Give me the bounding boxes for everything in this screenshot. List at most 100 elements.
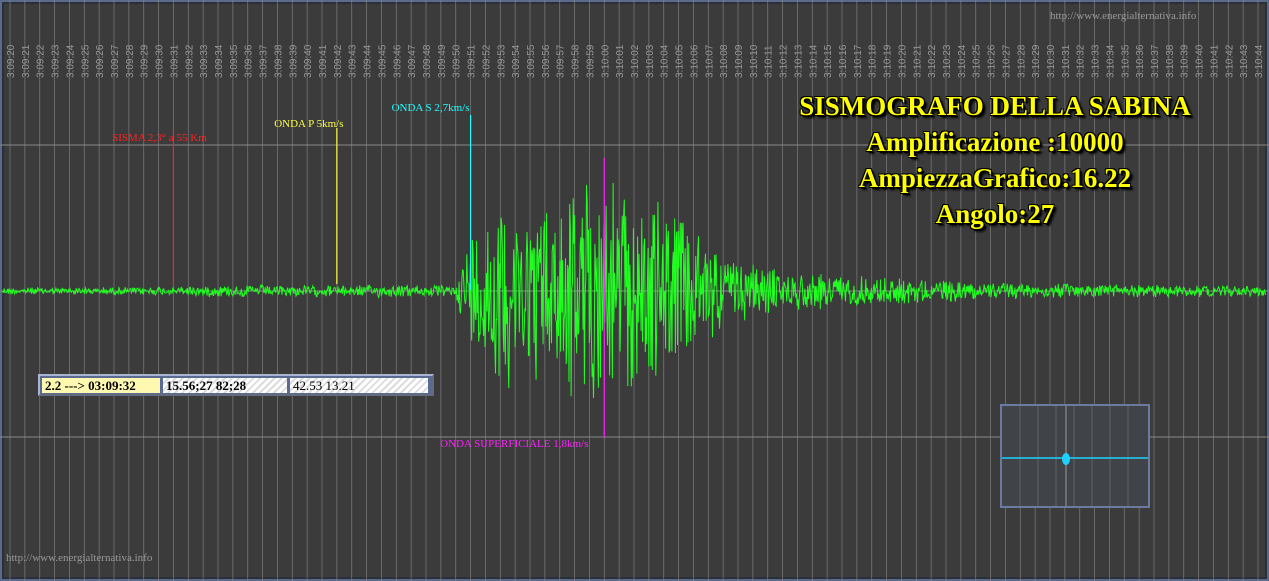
time-tick-label: 3:10:42 (1224, 44, 1235, 78)
time-tick-label: 3:10:23 (942, 44, 953, 78)
time-tick-label: 3:10:13 (793, 44, 804, 78)
time-tick-label: 3:10:21 (912, 44, 923, 78)
time-tick-label: 3:09:48 (422, 44, 433, 78)
time-tick-label: 3:10:06 (689, 44, 700, 78)
time-tick-label: 3:09:35 (229, 44, 240, 78)
time-tick-label: 3:09:25 (80, 44, 91, 78)
time-tick-label: 3:09:39 (288, 44, 299, 78)
time-tick-label: 3:09:27 (110, 44, 121, 78)
time-tick-label: 3:09:41 (318, 44, 329, 78)
amplitude-label: AmpiezzaGrafico:16.22 (858, 163, 1132, 193)
time-tick-label: 3:09:32 (184, 44, 195, 78)
mini-grid (1019, 406, 1129, 506)
mini-trace-chart (1002, 406, 1148, 506)
time-tick-label: 3:10:29 (1031, 44, 1042, 78)
time-tick-label: 3:10:20 (897, 44, 908, 78)
mini-trace-marker (1062, 453, 1070, 465)
amplification-label: Amplificazione :10000 (866, 127, 1124, 157)
time-tick-label: 3:09:30 (155, 44, 166, 78)
time-tick-label: 3:10:33 (1091, 44, 1102, 78)
time-tick-label: 3:10:16 (838, 44, 849, 78)
time-tick-label: 3:10:15 (823, 44, 834, 78)
time-tick-label: 3:09:52 (481, 44, 492, 78)
time-tick-label: 3:09:42 (333, 44, 344, 78)
time-tick-label: 3:09:57 (556, 44, 567, 78)
time-tick-label: 3:09:34 (214, 44, 225, 78)
time-tick-label: 3:10:17 (853, 44, 864, 78)
time-tick-label: 3:09:37 (259, 44, 270, 78)
time-tick-label: 3:10:32 (1076, 44, 1087, 78)
time-tick-label: 3:10:36 (1135, 44, 1146, 78)
time-tick-label: 3:10:39 (1180, 44, 1191, 78)
time-tick-label: 3:09:58 (571, 44, 582, 78)
time-tick-label: 3:09:31 (169, 44, 180, 78)
time-tick-label: 3:10:03 (645, 44, 656, 78)
time-tick-label: 3:10:18 (868, 44, 879, 78)
time-tick-label: 3:10:08 (719, 44, 730, 78)
info-bar: 2.2 ---> 03:09:32 15.56;27 82;28 42.53 1… (38, 374, 434, 396)
time-tick-label: 3:10:19 (883, 44, 894, 78)
mini-trace-panel (1000, 404, 1150, 508)
time-tick-label: 3:10:04 (660, 44, 671, 78)
time-tick-label: 3:10:31 (1061, 44, 1072, 78)
time-tick-label: 3:09:40 (303, 44, 314, 78)
time-tick-label: 3:10:28 (1016, 44, 1027, 78)
time-tick-label: 3:09:20 (6, 44, 17, 78)
time-tick-label: 3:10:11 (764, 45, 775, 78)
time-tick-label: 3:10:14 (808, 44, 819, 78)
watermark-top-right: http://www.energialternativa.info (1050, 10, 1197, 22)
angle-label: Angolo:27 (935, 199, 1055, 229)
time-tick-label: 3:09:53 (496, 44, 507, 78)
time-tick-label: 3:10:38 (1165, 44, 1176, 78)
time-tick-label: 3:10:24 (957, 44, 968, 78)
time-tick-label: 3:09:21 (21, 44, 32, 78)
time-tick-label: 3:10:43 (1239, 44, 1250, 78)
time-tick-label: 3:09:43 (348, 44, 359, 78)
time-tick-label: 3:09:36 (244, 44, 255, 78)
time-tick-label: 3:10:30 (1046, 44, 1057, 78)
time-tick-label: 3:10:05 (675, 44, 686, 78)
title-block: SISMOGRAFO DELLA SABINA Amplificazione :… (770, 88, 1220, 232)
time-tick-label: 3:10:10 (749, 44, 760, 78)
time-tick-label: 3:10:07 (704, 44, 715, 78)
event-marker-label: ONDA S 2,7km/s (392, 102, 470, 114)
time-tick-label: 3:09:55 (526, 44, 537, 78)
time-tick-label: 3:09:23 (51, 44, 62, 78)
wave-event-markers: SISMA 2,3° a 55 Km ONDA P 5km/s ONDA S 2,7… (112, 102, 605, 450)
event-marker-label: SISMA 2,3° a 55 Km (112, 132, 207, 144)
time-tick-label: 3:10:12 (779, 44, 790, 78)
time-tick-label: 3:10:40 (1195, 44, 1206, 78)
time-tick-label: 3:09:54 (511, 44, 522, 78)
time-tick-label: 3:10:27 (1001, 44, 1012, 78)
time-tick-label: 3:09:47 (407, 44, 418, 78)
time-tick-label: 3:10:26 (987, 44, 998, 78)
event-marker-label: ONDA SUPERFICIALE 1,8km/s (440, 438, 588, 450)
time-tick-label: 3:10:41 (1209, 44, 1220, 78)
time-tick-label: 3:10:44 (1254, 44, 1265, 78)
event-marker-label: ONDA P 5km/s (274, 118, 343, 130)
time-tick-labels: 3:09:20 3:09:21 3:09:22 3:09:23 3:09:24 3:09:… (6, 44, 1265, 78)
time-tick-label: 3:10:01 (615, 44, 626, 78)
time-tick-label: 3:09:24 (65, 44, 76, 78)
chart-title: SISMOGRAFO DELLA SABINA (799, 91, 1191, 121)
time-tick-label: 3:10:35 (1120, 44, 1131, 78)
time-tick-label: 3:09:44 (363, 44, 374, 78)
time-tick-label: 3:09:51 (467, 44, 478, 78)
time-tick-label: 3:10:02 (630, 44, 641, 78)
time-tick-label: 3:10:00 (600, 44, 611, 78)
time-tick-label: 3:09:38 (273, 44, 284, 78)
time-tick-label: 3:09:29 (140, 44, 151, 78)
time-tick-label: 3:09:22 (36, 44, 47, 78)
time-tick-label: 3:09:50 (452, 44, 463, 78)
info-cell-coordinates: 15.56;27 82;28 (163, 378, 287, 393)
time-tick-label: 3:09:45 (377, 44, 388, 78)
time-tick-label: 3:09:46 (392, 44, 403, 78)
watermark-bottom-left: http://www.energialternativa.info (6, 552, 153, 564)
time-tick-label: 3:10:25 (972, 44, 983, 78)
time-tick-label: 3:10:22 (927, 44, 938, 78)
time-tick-label: 3:09:56 (541, 44, 552, 78)
time-tick-label: 3:09:28 (125, 44, 136, 78)
time-tick-label: 3:09:26 (95, 44, 106, 78)
time-tick-label: 3:09:59 (585, 44, 596, 78)
time-tick-label: 3:09:49 (437, 44, 448, 78)
